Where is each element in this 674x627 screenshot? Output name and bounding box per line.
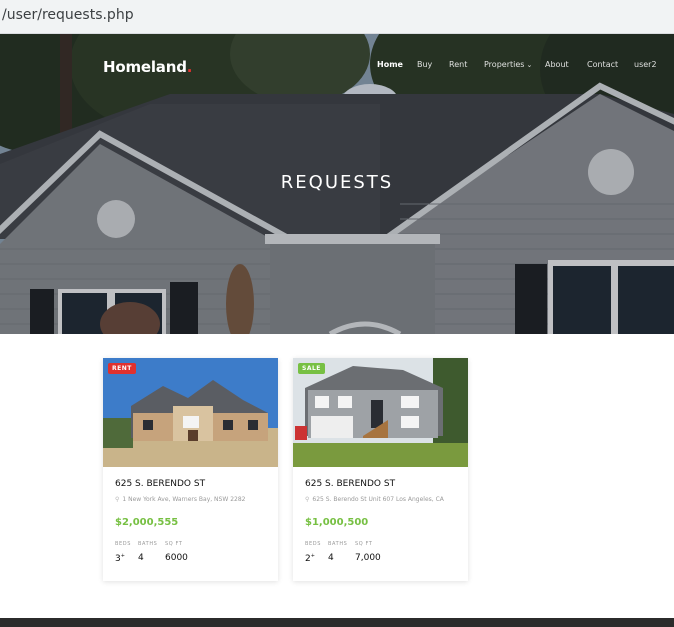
- map-pin-icon: ⚲: [305, 496, 310, 503]
- main-nav: Home Buy Rent Properties ⌄ About Contact …: [0, 60, 674, 74]
- property-card[interactable]: RENT 625 S. BERENDO ST ⚲ 1 New York Ave, …: [103, 358, 278, 581]
- nav-home[interactable]: Home: [377, 60, 403, 69]
- nav-buy[interactable]: Buy: [417, 60, 432, 69]
- nav-rent[interactable]: Rent: [449, 60, 467, 69]
- spec-beds: BEDS 2+: [305, 541, 322, 564]
- listing-address: ⚲ 1 New York Ave, Warners Bay, NSW 2282: [115, 496, 246, 503]
- listing-price: $1,000,500: [305, 517, 369, 528]
- listing-badge: SALE: [298, 363, 325, 374]
- listing-price: $2,000,555: [115, 517, 179, 528]
- address-bar[interactable]: /user/requests.php: [0, 0, 674, 34]
- spec-beds: BEDS 3+: [115, 541, 132, 564]
- spec-sqft: SQ FT 7,000: [355, 541, 381, 563]
- map-pin-icon: ⚲: [115, 496, 120, 503]
- listing-badge: RENT: [108, 363, 136, 374]
- hero-banner: Homeland. Home Buy Rent Properties ⌄ Abou…: [0, 34, 674, 334]
- spec-baths: BATHS 4: [328, 541, 348, 563]
- chevron-down-icon: ⌄: [526, 61, 533, 69]
- nav-contact[interactable]: Contact: [587, 60, 618, 69]
- spec-sqft: SQ FT 6000: [165, 541, 188, 563]
- listing-title[interactable]: 625 S. BERENDO ST: [115, 479, 205, 489]
- spec-baths: BATHS 4: [138, 541, 158, 563]
- nav-about[interactable]: About: [545, 60, 569, 69]
- nav-user[interactable]: user2: [634, 60, 657, 69]
- page-title: REQUESTS: [280, 172, 394, 193]
- property-card[interactable]: SALE 625 S. BERENDO ST ⚲ 625 S. Berendo S…: [293, 358, 468, 581]
- property-photo[interactable]: RENT: [103, 358, 278, 467]
- url-text[interactable]: /user/requests.php: [2, 7, 134, 23]
- nav-properties[interactable]: Properties ⌄: [484, 60, 532, 69]
- listing-address: ⚲ 625 S. Berendo St Unit 607 Los Angeles,…: [305, 496, 444, 503]
- property-photo[interactable]: SALE: [293, 358, 468, 467]
- nav-properties-label: Properties: [484, 60, 525, 69]
- listing-title[interactable]: 625 S. BERENDO ST: [305, 479, 395, 489]
- site-footer: [0, 618, 674, 627]
